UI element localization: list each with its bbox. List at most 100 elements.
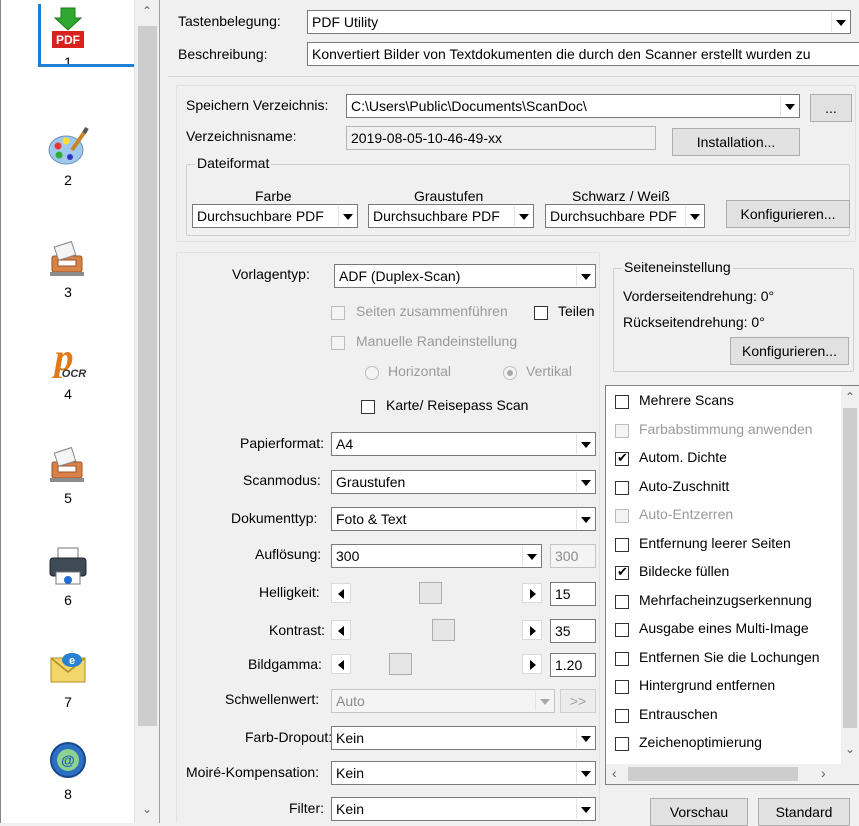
filter-select[interactable]: Kein	[331, 797, 596, 821]
button-item-4[interactable]: p OCR 4	[10, 337, 126, 402]
manual-margin-checkbox[interactable]	[331, 336, 345, 350]
gamma-slider[interactable]	[331, 653, 542, 675]
scroll-down-icon[interactable]: ⌄	[139, 802, 155, 816]
resolution-select[interactable]: 300	[331, 544, 542, 568]
save-dir-select[interactable]: C:\Users\Public\Documents\ScanDoc\	[346, 94, 800, 118]
option-checkbox[interactable]	[615, 708, 629, 723]
chevron-down-icon[interactable]	[576, 728, 594, 748]
option-checkbox[interactable]	[615, 680, 629, 694]
options-hscrollbar[interactable]: ‹ ›	[606, 764, 859, 784]
brightness-slider[interactable]	[331, 582, 542, 604]
source-type-select[interactable]: ADF (Duplex-Scan)	[334, 264, 596, 288]
preview-button[interactable]: Vorschau	[650, 798, 748, 826]
chevron-down-icon[interactable]	[522, 546, 540, 566]
arrow-right-icon[interactable]	[522, 654, 542, 674]
button-number: 5	[64, 490, 72, 506]
button-item-2[interactable]: 2	[10, 124, 126, 188]
button-item-5[interactable]: 5	[10, 442, 126, 506]
grayscale-format-select[interactable]: Durchsuchbare PDF	[368, 204, 534, 228]
fileformat-config-button[interactable]: Konfigurieren...	[726, 200, 850, 228]
moire-label: Moiré-Kompensation:	[186, 764, 320, 780]
option-label: Autom. Dichte	[639, 449, 727, 465]
moire-select[interactable]: Kein	[331, 761, 596, 785]
chevron-down-icon[interactable]	[576, 509, 594, 529]
option-checkbox[interactable]	[615, 423, 629, 438]
card-scan-checkbox[interactable]	[361, 400, 375, 414]
gamma-value[interactable]: 1.20	[550, 653, 596, 677]
browse-button[interactable]: ...	[810, 94, 852, 122]
arrow-left-icon[interactable]	[331, 620, 351, 640]
chevron-down-icon[interactable]	[338, 206, 356, 226]
button-item-8[interactable]: @ 8	[10, 738, 126, 802]
color-dropout-select[interactable]: Kein	[331, 726, 596, 750]
horizontal-radio[interactable]	[365, 366, 379, 380]
arrow-right-icon[interactable]	[522, 583, 542, 603]
brightness-value[interactable]: 15	[550, 582, 596, 606]
option-checkbox[interactable]	[615, 623, 629, 637]
button-item-3[interactable]: 3	[10, 236, 126, 300]
button-item-1[interactable]: PDF 1	[10, 4, 146, 70]
slider-thumb[interactable]	[419, 582, 443, 604]
key-mapping-select[interactable]: PDF Utility	[307, 10, 851, 34]
scroll-thumb[interactable]	[843, 408, 857, 728]
option-checkbox[interactable]	[615, 651, 629, 666]
chevron-down-icon[interactable]	[576, 799, 594, 819]
button-item-6[interactable]: 6	[10, 544, 126, 608]
arrow-left-icon[interactable]	[331, 583, 351, 603]
default-button[interactable]: Standard	[758, 798, 850, 826]
scanner-icon	[46, 442, 90, 486]
split-label: Teilen	[558, 303, 595, 319]
chevron-down-icon[interactable]	[685, 206, 703, 226]
arrow-right-icon[interactable]	[522, 620, 542, 640]
options-vscrollbar[interactable]: ⌃ ⌄	[841, 386, 859, 764]
contrast-slider[interactable]	[331, 619, 542, 641]
vertical-radio[interactable]	[503, 366, 517, 380]
options-list[interactable]: Mehrere Scans Farbabstimmung anwenden Auto…	[605, 385, 859, 785]
contrast-value[interactable]: 35	[550, 619, 596, 643]
chevron-down-icon[interactable]	[535, 691, 553, 711]
scroll-up-icon[interactable]: ⌃	[842, 390, 858, 404]
option-checkbox[interactable]	[615, 509, 629, 523]
scan-mode-select[interactable]: Graustufen	[331, 470, 596, 494]
scroll-up-icon[interactable]: ⌃	[139, 4, 155, 18]
scroll-thumb[interactable]	[628, 767, 798, 781]
svg-text:PDF: PDF	[56, 33, 80, 47]
source-type-value: ADF (Duplex-Scan)	[339, 268, 461, 284]
chevron-down-icon[interactable]	[576, 266, 594, 286]
chevron-down-icon[interactable]	[780, 96, 798, 116]
paper-size-select[interactable]: A4	[331, 432, 596, 456]
option-checkbox[interactable]	[615, 537, 629, 552]
sidebar-scrollbar[interactable]: ⌃ ⌄	[134, 0, 159, 823]
scroll-left-icon[interactable]: ‹	[612, 765, 617, 781]
option-checkbox[interactable]	[615, 450, 629, 466]
page-settings-config-button[interactable]: Konfigurieren...	[730, 337, 849, 365]
scroll-thumb[interactable]	[138, 26, 157, 726]
chevron-down-icon[interactable]	[576, 763, 594, 783]
chevron-down-icon[interactable]	[514, 206, 532, 226]
installation-button[interactable]: Installation...	[672, 128, 800, 156]
button-item-7[interactable]: e 7	[10, 646, 126, 710]
bw-format-select[interactable]: Durchsuchbare PDF	[545, 204, 705, 228]
slider-thumb[interactable]	[388, 653, 412, 675]
chevron-down-icon[interactable]	[831, 12, 849, 32]
scroll-right-icon[interactable]: ›	[821, 765, 826, 781]
arrow-left-icon[interactable]	[331, 654, 351, 674]
threshold-select[interactable]: Auto	[331, 689, 555, 713]
threshold-more-button[interactable]: >>	[560, 689, 596, 713]
split-checkbox[interactable]	[534, 306, 548, 320]
color-format-select[interactable]: Durchsuchbare PDF	[192, 204, 358, 228]
merge-pages-checkbox[interactable]	[331, 306, 345, 320]
doc-type-select[interactable]: Foto & Text	[331, 507, 596, 531]
color-label: Farbe	[255, 188, 292, 204]
option-checkbox[interactable]	[615, 395, 629, 409]
option-checkbox[interactable]	[615, 564, 629, 580]
chevron-down-icon[interactable]	[576, 434, 594, 454]
slider-track[interactable]	[352, 653, 521, 675]
option-checkbox[interactable]	[615, 737, 629, 751]
option-checkbox[interactable]	[615, 480, 629, 495]
slider-thumb[interactable]	[432, 619, 456, 641]
chevron-down-icon[interactable]	[576, 472, 594, 492]
scroll-down-icon[interactable]: ⌄	[842, 742, 858, 756]
option-label: Bildecke füllen	[639, 563, 730, 579]
option-checkbox[interactable]	[615, 594, 629, 609]
